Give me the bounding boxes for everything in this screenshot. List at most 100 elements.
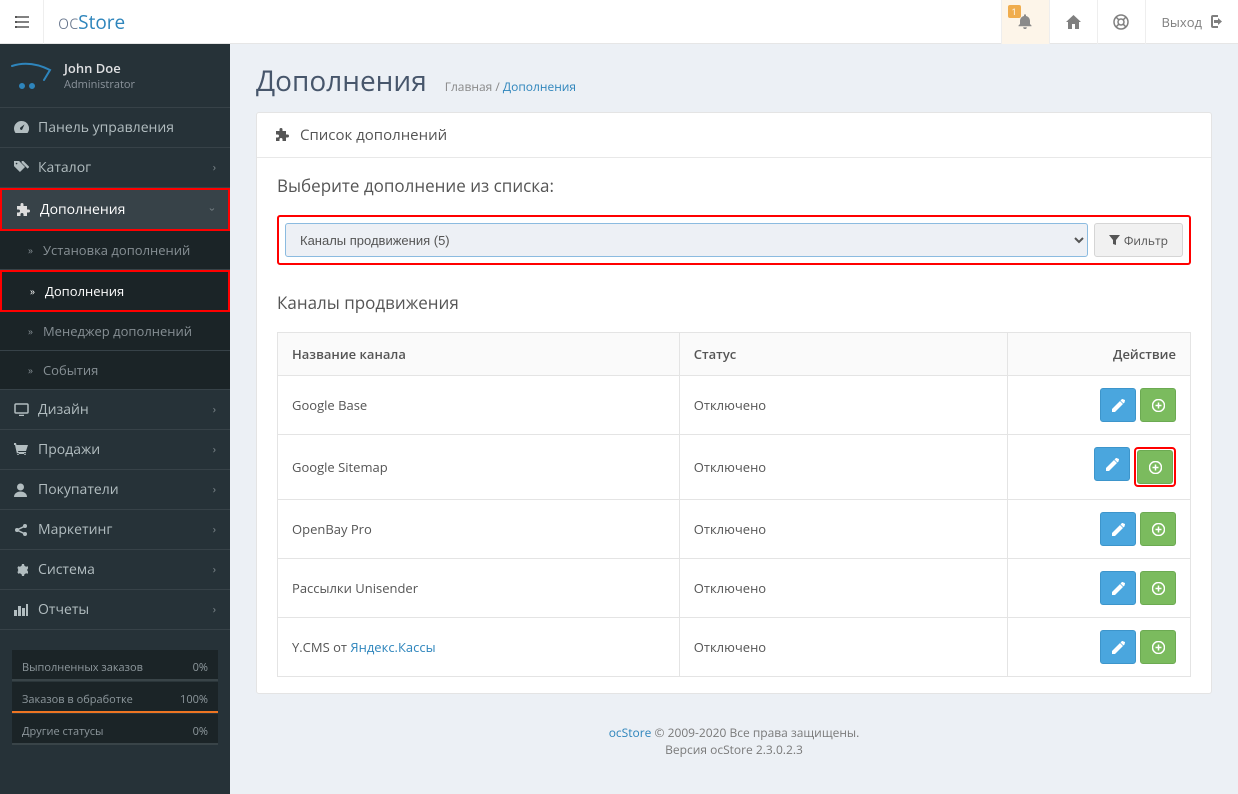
panel-heading: Список дополнений	[257, 113, 1211, 158]
chevron-right-icon: ›	[213, 482, 216, 497]
monitor-icon	[14, 403, 38, 416]
install-button[interactable]	[1140, 571, 1176, 605]
content: Дополнения Главная / Дополнения Список д…	[230, 0, 1238, 758]
gear-icon	[14, 563, 38, 577]
stat-completed: Выполненных заказов0%	[12, 650, 218, 682]
row-status: Отключено	[679, 500, 1008, 559]
row-status: Отключено	[679, 618, 1008, 677]
nav-dashboard[interactable]: Панель управления	[0, 108, 230, 148]
edit-button[interactable]	[1100, 388, 1136, 422]
edit-button[interactable]	[1100, 512, 1136, 546]
subnav-extensions[interactable]: » Дополнения	[0, 270, 230, 312]
nav-extensions[interactable]: Дополнения ›	[0, 188, 230, 231]
edit-button[interactable]	[1100, 571, 1136, 605]
stat-other: Другие статусы0%	[12, 714, 218, 745]
chevron-down-icon: ›	[205, 208, 220, 211]
row-name: OpenBay Pro	[292, 520, 372, 538]
chevron-right-icon: »	[28, 324, 33, 338]
row-link[interactable]: Яндекс.Кассы	[350, 638, 435, 656]
nav-sales[interactable]: Продажи ›	[0, 430, 230, 470]
edit-button[interactable]	[1100, 630, 1136, 664]
notifications-button[interactable]: 1	[1001, 0, 1049, 44]
brand-logo[interactable]: ocStore	[58, 9, 125, 35]
chevron-right-icon: ›	[213, 522, 216, 537]
notification-badge: 1	[1008, 5, 1021, 18]
filter-button[interactable]: Фильтр	[1094, 223, 1183, 257]
breadcrumb-current[interactable]: Дополнения	[503, 78, 576, 95]
table-row: Рассылки Unisender Отключено	[278, 559, 1191, 618]
tags-icon	[14, 161, 38, 174]
nav-design[interactable]: Дизайн ›	[0, 390, 230, 430]
extension-type-select[interactable]: Каналы продвижения (5)	[285, 223, 1088, 257]
nav-marketing[interactable]: Маркетинг ›	[0, 510, 230, 550]
puzzle-icon	[16, 203, 40, 217]
dashboard-icon	[14, 121, 38, 134]
lifebuoy-icon	[1113, 14, 1129, 30]
chevron-right-icon: ›	[213, 602, 216, 617]
menu-icon	[15, 16, 29, 28]
row-status: Отключено	[679, 559, 1008, 618]
filter-row: Каналы продвижения (5) Фильтр	[277, 215, 1191, 265]
extensions-table: Название канала Статус Действие Google B…	[277, 332, 1191, 677]
col-name: Название канала	[278, 333, 680, 376]
nav-reports[interactable]: Отчеты ›	[0, 590, 230, 630]
table-row: Google Sitemap Отключено	[278, 435, 1191, 500]
home-button[interactable]	[1049, 0, 1097, 44]
header: ocStore 1 Выход	[0, 0, 1238, 44]
breadcrumb: Главная / Дополнения	[445, 78, 576, 95]
chart-icon	[14, 603, 38, 616]
logout-icon	[1208, 15, 1222, 28]
puzzle-icon	[275, 128, 290, 142]
user-role: Administrator	[64, 77, 135, 92]
edit-button[interactable]	[1094, 447, 1130, 481]
row-name: Google Sitemap	[292, 458, 388, 476]
subnav-events[interactable]: » События	[0, 351, 230, 390]
logout-button[interactable]: Выход	[1145, 0, 1238, 44]
nav-system[interactable]: Система ›	[0, 550, 230, 590]
row-name: Google Base	[292, 396, 367, 414]
table-title: Каналы продвижения	[277, 291, 1191, 314]
filter-icon	[1109, 235, 1120, 246]
install-button[interactable]	[1140, 630, 1176, 664]
subnav-install-extensions[interactable]: » Установка дополнений	[0, 231, 230, 270]
chevron-right-icon: »	[28, 243, 33, 257]
table-row: OpenBay Pro Отключено	[278, 500, 1191, 559]
chevron-right-icon: ›	[213, 402, 216, 417]
stat-processing: Заказов в обработке100%	[12, 682, 218, 714]
extensions-panel: Список дополнений Выберите дополнение из…	[256, 112, 1212, 694]
choose-title: Выберите дополнение из списка:	[277, 174, 1191, 197]
col-status: Статус	[679, 333, 1008, 376]
share-icon	[14, 523, 38, 537]
user-name: John Doe	[64, 59, 135, 77]
install-button[interactable]	[1137, 450, 1173, 484]
chevron-right-icon: ›	[213, 160, 216, 175]
table-row: Y.CMS от Яндекс.КассыОтключено	[278, 618, 1191, 677]
chevron-right-icon: »	[30, 284, 35, 298]
stats-widget: Выполненных заказов0% Заказов в обработк…	[12, 650, 218, 745]
menu-toggle-button[interactable]	[0, 0, 44, 44]
chevron-right-icon: ›	[213, 562, 216, 577]
page-title: Дополнения	[256, 62, 427, 100]
row-name: Рассылки Unisender	[292, 579, 418, 597]
user-icon	[14, 483, 38, 497]
sidebar: John Doe Administrator Панель управления…	[0, 44, 230, 794]
cart-logo-icon	[10, 61, 56, 91]
nav-catalog[interactable]: Каталог ›	[0, 148, 230, 188]
footer: ocStore © 2009-2020 Все права защищены. …	[230, 724, 1238, 758]
install-button[interactable]	[1140, 512, 1176, 546]
cart-icon	[14, 443, 38, 456]
home-icon	[1066, 15, 1081, 29]
chevron-right-icon: ›	[213, 442, 216, 457]
user-info: John Doe Administrator	[0, 44, 230, 108]
chevron-right-icon: »	[28, 363, 33, 377]
install-button[interactable]	[1140, 388, 1176, 422]
help-button[interactable]	[1097, 0, 1145, 44]
breadcrumb-home[interactable]: Главная	[445, 78, 493, 95]
footer-brand-link[interactable]: ocStore	[609, 724, 652, 741]
subnav-extension-manager[interactable]: » Менеджер дополнений	[0, 312, 230, 351]
col-action: Действие	[1008, 333, 1191, 376]
nav-customers[interactable]: Покупатели ›	[0, 470, 230, 510]
row-status: Отключено	[679, 435, 1008, 500]
row-status: Отключено	[679, 376, 1008, 435]
page-header: Дополнения Главная / Дополнения	[230, 44, 1238, 112]
